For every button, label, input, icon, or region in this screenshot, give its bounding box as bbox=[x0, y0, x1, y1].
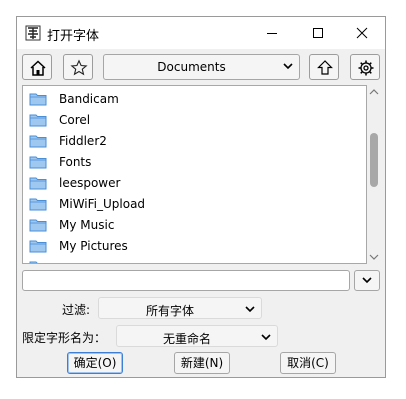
star-icon bbox=[70, 59, 88, 76]
file-name: MiWiFi_Upload bbox=[59, 197, 146, 211]
minimize-button[interactable] bbox=[249, 17, 295, 49]
folder-icon bbox=[29, 114, 47, 127]
maximize-icon bbox=[313, 28, 323, 38]
chevron-down-icon bbox=[283, 63, 293, 70]
location-value: Documents bbox=[157, 60, 226, 74]
settings-button[interactable] bbox=[350, 54, 380, 80]
cancel-button[interactable]: 取消(C) bbox=[280, 352, 336, 374]
home-button[interactable] bbox=[22, 54, 52, 80]
gear-icon bbox=[358, 60, 374, 76]
folder-icon bbox=[29, 240, 47, 253]
location-dropdown[interactable]: Documents bbox=[103, 54, 300, 80]
open-font-dialog: 打开字体 Documents Bandicam Corel Fiddler2 F… bbox=[16, 16, 386, 378]
file-name: Corel bbox=[59, 113, 91, 127]
app-logo-icon bbox=[25, 25, 41, 41]
filename-history-button[interactable] bbox=[354, 270, 380, 291]
up-arrow-icon bbox=[317, 60, 333, 75]
file-name: leespower bbox=[59, 176, 121, 190]
folder-icon bbox=[29, 93, 47, 106]
close-button[interactable] bbox=[339, 17, 385, 49]
new-button[interactable]: 新建(N) bbox=[174, 352, 230, 374]
list-item[interactable]: MiWiFi_Upload bbox=[23, 194, 366, 215]
chevron-down-icon bbox=[245, 306, 255, 313]
folder-icon bbox=[29, 261, 47, 263]
file-name: Fonts bbox=[59, 155, 92, 169]
list-item-partial[interactable] bbox=[23, 257, 366, 263]
ok-button[interactable]: 确定(O) bbox=[67, 352, 123, 374]
rename-dropdown[interactable]: 无重命名 bbox=[116, 325, 278, 347]
folder-icon bbox=[29, 135, 47, 148]
title-bar: 打开字体 bbox=[17, 17, 385, 49]
list-item[interactable]: Fonts bbox=[23, 152, 366, 173]
scroll-thumb[interactable] bbox=[370, 133, 378, 187]
window-title: 打开字体 bbox=[47, 29, 100, 44]
chevron-down-icon bbox=[362, 277, 372, 284]
list-item[interactable]: My Music bbox=[23, 215, 366, 236]
maximize-button[interactable] bbox=[295, 17, 341, 49]
parent-folder-button[interactable] bbox=[309, 54, 339, 80]
list-item[interactable]: Fiddler2 bbox=[23, 131, 366, 152]
rename-value: 无重命名 bbox=[162, 332, 211, 346]
folder-icon bbox=[29, 198, 47, 211]
folder-icon bbox=[29, 219, 47, 232]
scroll-down-icon[interactable] bbox=[367, 250, 381, 264]
file-name: Bandicam bbox=[59, 92, 119, 106]
file-name: My Music bbox=[59, 218, 115, 232]
filter-label: 过滤: bbox=[62, 303, 91, 317]
file-name: My Pictures bbox=[59, 239, 128, 253]
bookmark-button[interactable] bbox=[63, 54, 93, 80]
minimize-icon bbox=[267, 33, 277, 34]
folder-icon bbox=[29, 156, 47, 169]
list-item[interactable]: Corel bbox=[23, 110, 366, 131]
list-item[interactable]: leespower bbox=[23, 173, 366, 194]
filename-input[interactable] bbox=[22, 270, 350, 291]
folder-icon bbox=[29, 177, 47, 190]
file-name: Fiddler2 bbox=[59, 134, 107, 148]
filter-dropdown[interactable]: 所有字体 bbox=[98, 297, 262, 319]
filter-value: 所有字体 bbox=[145, 304, 194, 318]
file-list-scrollbar[interactable] bbox=[367, 85, 381, 264]
close-icon bbox=[356, 27, 368, 39]
file-list[interactable]: Bandicam Corel Fiddler2 Fonts leespower … bbox=[22, 85, 367, 264]
rename-label: 限定字形名为： bbox=[22, 331, 107, 345]
list-item[interactable]: My Pictures bbox=[23, 236, 366, 257]
chevron-down-icon bbox=[261, 334, 271, 341]
home-icon bbox=[30, 60, 46, 76]
scroll-up-icon[interactable] bbox=[367, 85, 381, 99]
list-item[interactable]: Bandicam bbox=[23, 89, 366, 110]
